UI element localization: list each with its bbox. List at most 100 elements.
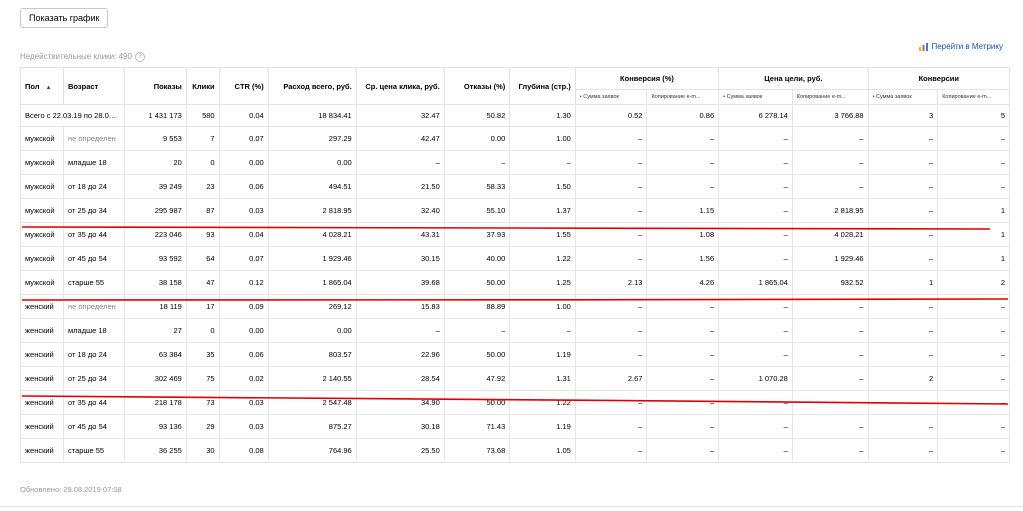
metric-cell: – xyxy=(646,150,720,175)
metric-cell: 218 178 xyxy=(124,390,187,415)
metric-cell: 7 xyxy=(186,126,220,151)
metrika-icon xyxy=(919,42,929,51)
metric-cell: – xyxy=(937,366,1010,391)
show-chart-button[interactable]: Показать график xyxy=(20,8,109,28)
age-cell: от 25 до 34 xyxy=(63,366,126,391)
metric-cell: 22.96 xyxy=(356,342,445,367)
column-header-cpc[interactable]: Ср. цена клика, руб. xyxy=(355,67,445,105)
metric-cell: 87 xyxy=(186,198,220,223)
table-row: женский от 35 до 44 218 178 73 0.03 2 547.48 3… xyxy=(20,390,1010,415)
metric-cell: 40.00 xyxy=(444,246,511,271)
column-header-spend[interactable]: Расход всего, руб. xyxy=(267,67,357,105)
metric-cell: 2.67 xyxy=(575,366,648,391)
totals-cell: 18 834.41 xyxy=(267,104,357,127)
column-header-bounces[interactable]: Отказы (%) xyxy=(443,67,511,105)
subheader-goal[interactable]: Копирование e-m... xyxy=(937,89,1010,105)
metric-cell: 93 xyxy=(186,222,220,247)
totals-cell: 32.47 xyxy=(355,104,445,127)
metric-cell: – xyxy=(868,126,939,151)
metric-cell: – xyxy=(356,150,445,175)
metric-cell: 223 046 xyxy=(124,222,187,247)
metric-cell: – xyxy=(575,198,648,223)
metric-cell: 803.57 xyxy=(268,342,357,367)
metric-cell: 1.22 xyxy=(509,246,576,271)
metric-cell: 47 xyxy=(186,270,220,295)
metric-cell: – xyxy=(868,414,939,439)
subheader-goal[interactable]: • Сумма заявок xyxy=(718,89,793,105)
column-header-age[interactable]: Возраст xyxy=(62,67,126,105)
metric-cell: – xyxy=(718,390,793,415)
metric-cell: 1.22 xyxy=(509,390,576,415)
metric-cell: – xyxy=(575,390,648,415)
metric-cell: – xyxy=(792,150,869,175)
metric-cell: – xyxy=(646,342,720,367)
metric-cell: – xyxy=(575,174,648,199)
metric-cell: – xyxy=(937,294,1010,319)
metric-cell: – xyxy=(718,318,793,343)
metric-cell: 18 119 xyxy=(124,294,187,319)
metric-cell: – xyxy=(575,294,648,319)
metric-cell: – xyxy=(868,198,939,223)
metric-cell: 1.15 xyxy=(646,198,720,223)
metric-cell: – xyxy=(646,174,720,199)
metric-cell: 0.09 xyxy=(219,294,269,319)
subheader-goal[interactable]: Копирование e-m... xyxy=(791,89,869,105)
metric-cell: 21.50 xyxy=(356,174,445,199)
metric-cell: 39.68 xyxy=(356,270,445,295)
column-header-clicks[interactable]: Клики xyxy=(185,67,220,105)
metric-cell: 73.68 xyxy=(444,438,511,463)
metric-cell: 764.96 xyxy=(268,438,357,463)
metric-cell: 0.00 xyxy=(444,126,511,151)
metric-cell: 0.03 xyxy=(219,414,269,439)
metric-cell: 2 547.48 xyxy=(268,390,357,415)
totals-cell: 0.52 xyxy=(574,104,648,127)
metric-cell: – xyxy=(718,222,793,247)
metric-cell: 297.29 xyxy=(268,126,357,151)
metric-cell: 43.31 xyxy=(356,222,445,247)
metric-cell: 93 136 xyxy=(124,414,187,439)
metric-cell: 2 140.55 xyxy=(268,366,357,391)
column-header-depth[interactable]: Глубина (стр.) xyxy=(509,67,576,105)
table-row: мужской от 45 до 54 93 592 64 0.07 1 929.46 30… xyxy=(20,246,1010,271)
stats-table-wrapper: Всего с 22.03.19 по 28.08.19 1 431 173 5… xyxy=(19,67,1011,463)
metrika-link[interactable]: Перейти в Метрику xyxy=(919,42,1003,51)
metric-cell: 1 865.04 xyxy=(268,270,357,295)
invalid-clicks-text: Недействительные клики: 490 xyxy=(20,52,132,62)
metric-cell: – xyxy=(868,246,939,271)
metric-cell: – xyxy=(718,342,793,367)
metric-cell: – xyxy=(937,390,1010,415)
totals-cell: 580 xyxy=(185,104,220,127)
metric-cell: 0.03 xyxy=(219,390,269,415)
metric-cell: – xyxy=(444,150,511,175)
column-header-impressions[interactable]: Показы xyxy=(124,67,187,105)
gender-cell: мужской xyxy=(20,174,64,199)
metric-cell: 39 249 xyxy=(124,174,187,199)
column-header-gender[interactable]: Пол ▲ xyxy=(20,67,64,105)
subheader-goal[interactable]: Копирование e-m... xyxy=(646,89,720,105)
metric-cell: – xyxy=(792,126,869,151)
gender-cell: женский xyxy=(20,342,64,367)
table-row: мужской младше 18 20 0 0.00 0.00– – – – – – – – – xyxy=(20,150,1010,175)
metric-cell: – xyxy=(575,126,648,151)
table-body: мужской не определен 9 553 7 0.07 297.29 42.47… xyxy=(20,126,1010,463)
metric-cell: 2 818.95 xyxy=(268,198,357,223)
metric-cell: – xyxy=(356,318,445,343)
subheader-goal[interactable]: • Сумма заявок xyxy=(574,89,648,105)
column-header-ctr[interactable]: CTR (%) xyxy=(218,67,269,105)
metric-cell: 0.07 xyxy=(219,246,269,271)
subheader-goal[interactable]: • Сумма заявок xyxy=(867,89,939,105)
metric-cell: – xyxy=(868,294,939,319)
table-row: женский от 45 до 54 93 136 29 0.03 875.27 30.1… xyxy=(20,414,1010,439)
gender-cell: мужской xyxy=(20,270,64,295)
metric-cell: 4 028.21 xyxy=(792,222,869,247)
metric-cell: 20 xyxy=(124,150,187,175)
table-row: мужской от 25 до 34 295 987 87 0.03 2 818.95 3… xyxy=(20,198,1010,223)
metric-cell: – xyxy=(575,246,648,271)
metric-cell: – xyxy=(792,294,869,319)
table-row: мужской от 18 до 24 39 249 23 0.06 494.51 21.5… xyxy=(20,174,1010,199)
metric-cell: 1 xyxy=(937,222,1010,247)
metric-cell: 2.13 xyxy=(575,270,648,295)
metric-cell: 1.50 xyxy=(509,174,576,199)
age-cell: от 18 до 24 xyxy=(63,174,126,199)
help-icon[interactable]: ? xyxy=(134,52,145,62)
